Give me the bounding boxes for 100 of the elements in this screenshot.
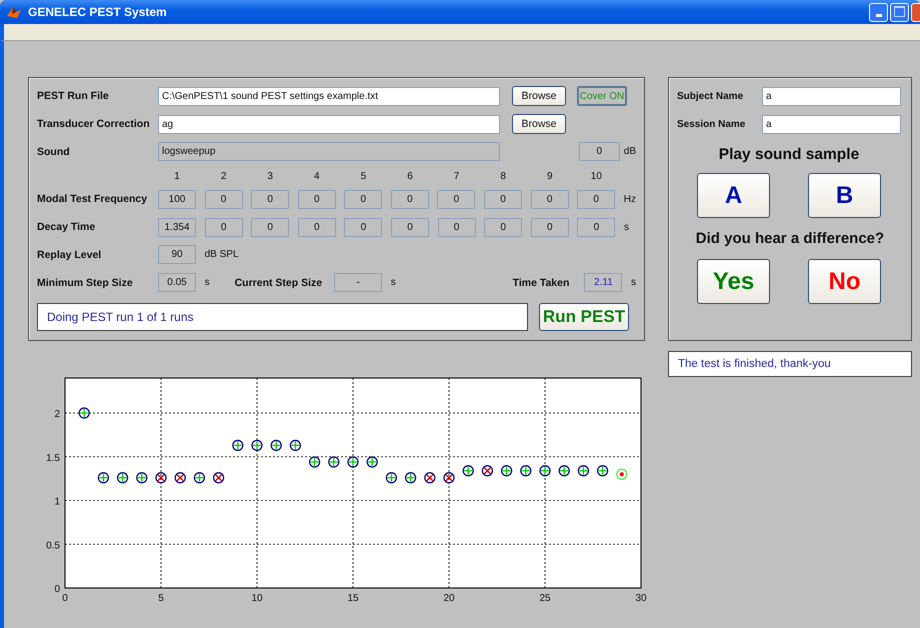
data-point [309, 456, 320, 468]
column-number: 10 [590, 171, 603, 182]
data-point [78, 407, 90, 419]
data-point [482, 465, 493, 476]
value-field: 0 [390, 190, 429, 209]
data-point [155, 472, 167, 484]
minimize-button[interactable] [869, 2, 888, 22]
value-field: 0 [204, 190, 243, 209]
data-point [347, 456, 359, 468]
value-field: 0 [390, 218, 429, 237]
tick-label: 0.5 [46, 540, 60, 552]
tick-label: 1 [54, 496, 60, 508]
value-field: 0 [298, 190, 336, 209]
data-point [98, 472, 109, 484]
field-label: Minimum Step Size [37, 276, 134, 289]
column-number: 8 [499, 171, 507, 182]
play-button[interactable]: A [697, 173, 770, 218]
tick-label: 10 [251, 593, 263, 604]
data-point [270, 440, 282, 451]
field-label: Modal Test Frequency [37, 193, 148, 206]
message-text: The test is finished, thank-you [668, 351, 912, 377]
data-point [366, 456, 378, 468]
data-point [424, 472, 436, 484]
data-point [501, 465, 512, 476]
data-point [462, 465, 474, 476]
value-field: 90 [158, 245, 196, 264]
value-field: - [334, 273, 382, 292]
data-point [328, 456, 340, 468]
column-number: 1 [173, 171, 181, 182]
value-field: 0 [204, 218, 243, 237]
tick-label: 20 [443, 593, 455, 604]
unit-label: dB [624, 146, 636, 158]
value-field: 0 [344, 218, 382, 237]
value-field: 0 [484, 190, 522, 209]
field-label: Sound [37, 146, 71, 158]
browse-button[interactable]: Browse [512, 86, 566, 106]
play-button[interactable]: B [808, 173, 881, 218]
window-title: GENELEC PEST System [28, 5, 167, 19]
value-field: 0 [437, 190, 476, 209]
value-field: 0 [251, 190, 290, 209]
tick-label: 15 [347, 593, 359, 604]
value-field: 0 [577, 218, 616, 237]
data-point [597, 465, 608, 476]
tick-label: 25 [539, 593, 551, 604]
field-label: Session Name [677, 119, 746, 130]
data-point [136, 472, 148, 484]
maximize-button[interactable] [890, 2, 909, 22]
unit-label: s [390, 277, 396, 288]
column-number: 3 [266, 171, 274, 182]
data-point [520, 465, 532, 476]
name-field[interactable]: a [762, 115, 901, 134]
tick-label: 0 [62, 593, 68, 604]
unit-label: s [631, 277, 636, 288]
tick-label: 1.5 [46, 452, 60, 464]
tick-label: 30 [635, 593, 647, 604]
answer-button[interactable]: Yes [697, 259, 770, 304]
value-field: 0 [438, 218, 476, 237]
run-button[interactable]: Run PEST [539, 303, 629, 332]
correction-field[interactable]: ag [158, 114, 500, 134]
gain-field: 0 [578, 142, 620, 162]
file-path-field[interactable]: C:\GenPEST\1 sound PEST settings example.txt [158, 86, 500, 106]
field-label: Decay Time [37, 221, 96, 234]
browse-button[interactable]: Browse [512, 114, 566, 134]
field-label: Replay Level [37, 248, 102, 261]
data-point [539, 465, 551, 476]
data-point [578, 465, 589, 476]
column-number: 2 [220, 171, 228, 182]
field-label: Subject Name [677, 91, 744, 102]
section-heading: Play sound sample [718, 146, 860, 164]
name-field[interactable]: a [762, 87, 901, 106]
sound-field: logsweepup [158, 142, 500, 162]
data-point [558, 465, 570, 476]
data-point [174, 472, 186, 484]
field-label: Transducer Correction [37, 118, 151, 130]
data-point [616, 468, 628, 480]
tick-label: 2 [54, 409, 60, 420]
value-field: 0 [298, 218, 336, 237]
data-point [213, 472, 224, 484]
unit-label: dB SPL [204, 249, 239, 260]
column-number: 4 [313, 171, 321, 182]
column-number: 6 [406, 171, 414, 182]
column-number: 7 [452, 171, 460, 182]
value-field: 0 [251, 218, 290, 237]
column-number: 5 [360, 171, 368, 182]
field-label: PEST Run File [37, 90, 110, 102]
data-point [443, 472, 455, 484]
unit-label: Hz [624, 194, 636, 205]
unit-label: s [624, 222, 629, 233]
question-text: Did you hear a difference? [694, 230, 886, 247]
data-point [117, 472, 128, 484]
data-point [386, 472, 397, 484]
value-field: 2.11 [584, 273, 622, 292]
value-field: 0 [530, 218, 569, 237]
data-point [290, 440, 301, 451]
answer-button[interactable]: No [808, 259, 881, 304]
value-field: 0 [577, 190, 616, 209]
data-point [232, 440, 244, 451]
value-field: 0 [530, 190, 569, 209]
data-point [194, 472, 205, 484]
value-field: 0 [484, 218, 522, 237]
